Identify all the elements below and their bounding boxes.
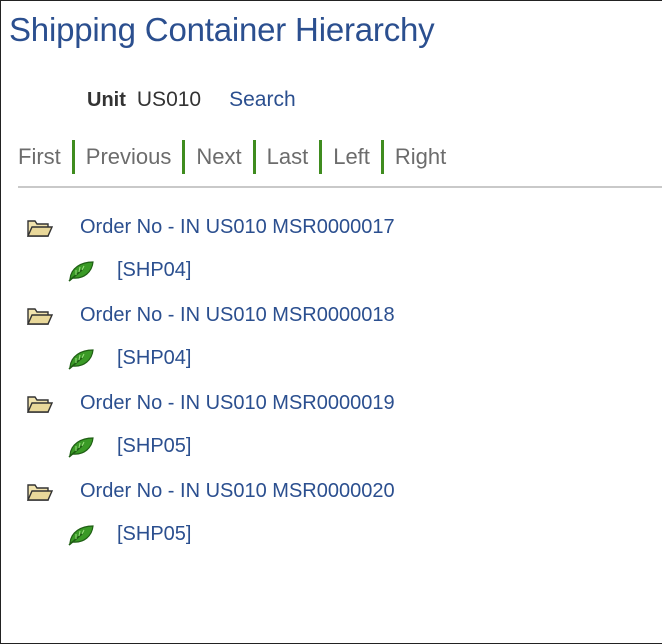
nav-separator <box>71 140 75 174</box>
tree-container-node: [SHP05] <box>67 523 191 546</box>
tree-order-node: Order No - IN US010 MSR0000018 <box>26 304 395 327</box>
order-link[interactable]: Order No - IN US010 MSR0000018 <box>80 304 395 327</box>
tree-container-node: [SHP05] <box>67 435 191 458</box>
open-folder-icon[interactable] <box>26 482 54 502</box>
open-folder-icon[interactable] <box>26 218 54 238</box>
order-link[interactable]: Order No - IN US010 MSR0000020 <box>80 480 395 503</box>
divider <box>18 186 662 188</box>
search-link[interactable]: Search <box>229 88 296 112</box>
container-link[interactable]: [SHP05] <box>117 523 191 546</box>
open-folder-icon[interactable] <box>26 394 54 414</box>
nav-left[interactable]: Left <box>333 144 370 170</box>
tree-container-node: [SHP04] <box>67 347 191 370</box>
nav-next[interactable]: Next <box>196 144 241 170</box>
container-link[interactable]: [SHP04] <box>117 347 191 370</box>
tree-order-node: Order No - IN US010 MSR0000019 <box>26 392 395 415</box>
unit-row: Unit US010 Search <box>87 88 296 112</box>
open-folder-icon[interactable] <box>26 306 54 326</box>
nav-separator <box>252 140 256 174</box>
leaf-icon <box>67 436 95 458</box>
nav-first[interactable]: First <box>18 144 61 170</box>
tree-order-node: Order No - IN US010 MSR0000020 <box>26 480 395 503</box>
leaf-icon <box>67 348 95 370</box>
order-link[interactable]: Order No - IN US010 MSR0000017 <box>80 216 395 239</box>
leaf-icon <box>67 260 95 282</box>
nav-previous[interactable]: Previous <box>86 144 172 170</box>
nav-separator <box>319 140 323 174</box>
page-title: Shipping Container Hierarchy <box>9 11 435 48</box>
tree-order-node: Order No - IN US010 MSR0000017 <box>26 216 395 239</box>
unit-value: US010 <box>136 88 202 111</box>
nav-last[interactable]: Last <box>267 144 309 170</box>
container-link[interactable]: [SHP05] <box>117 435 191 458</box>
nav-separator <box>182 140 186 174</box>
tree-container-node: [SHP04] <box>67 259 191 282</box>
nav-right[interactable]: Right <box>395 144 446 170</box>
unit-label: Unit <box>87 89 126 111</box>
navigation-bar: First Previous Next Last Left Right <box>18 140 446 174</box>
nav-separator <box>380 140 384 174</box>
container-link[interactable]: [SHP04] <box>117 259 191 282</box>
order-link[interactable]: Order No - IN US010 MSR0000019 <box>80 392 395 415</box>
leaf-icon <box>67 524 95 546</box>
